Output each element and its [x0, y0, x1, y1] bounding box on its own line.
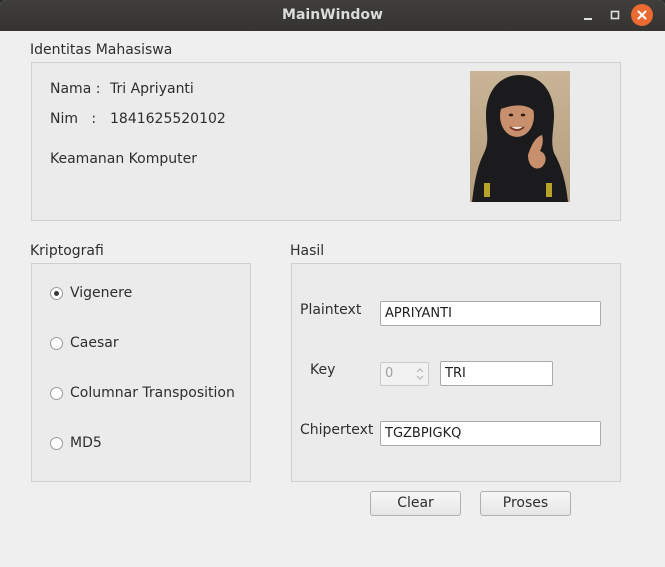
crypto-heading: Kriptografi [30, 243, 104, 259]
plaintext-label: Plaintext [300, 302, 362, 318]
name-label: Nama : [50, 81, 101, 97]
maximize-icon[interactable] [604, 4, 626, 26]
key-number: 0 [385, 366, 394, 381]
key-spinbox[interactable]: 0 [380, 362, 429, 386]
radio-label: Vigenere [70, 285, 133, 301]
key-input[interactable] [440, 361, 553, 386]
radio-md5[interactable]: MD5 [50, 435, 102, 451]
window-title: MainWindow [282, 7, 383, 23]
radio-label: MD5 [70, 435, 102, 451]
clear-button[interactable]: Clear [370, 491, 461, 516]
proses-button[interactable]: Proses [480, 491, 571, 516]
result-heading: Hasil [290, 243, 325, 259]
radio-label: Caesar [70, 335, 119, 351]
title-bar[interactable]: MainWindow [0, 0, 665, 31]
chipertext-label: Chipertext [300, 422, 374, 438]
main-window: MainWindow Identitas Mahasiswa Nama : Tr… [0, 0, 665, 567]
radio-dot[interactable] [50, 386, 63, 400]
plaintext-input[interactable] [380, 301, 601, 326]
identity-heading: Identitas Mahasiswa [30, 42, 173, 58]
radio-dot-selected[interactable] [50, 286, 63, 300]
radio-label: Columnar Transposition [70, 385, 235, 401]
radio-caesar[interactable]: Caesar [50, 335, 119, 351]
major-label: Keamanan Komputer [50, 151, 197, 167]
radio-dot[interactable] [50, 436, 63, 450]
radio-columnar-transposition[interactable]: Columnar Transposition [50, 385, 235, 401]
close-icon[interactable] [631, 4, 653, 26]
minimize-icon[interactable] [577, 4, 599, 26]
spin-arrows-icon[interactable] [413, 364, 427, 384]
name-value: Tri Apriyanti [110, 81, 194, 97]
radio-dot[interactable] [50, 336, 63, 350]
student-photo [470, 71, 570, 202]
radio-vigenere[interactable]: Vigenere [50, 285, 132, 301]
chipertext-input[interactable] [380, 421, 601, 446]
nim-label: Nim : [50, 111, 97, 127]
nim-value: 1841625520102 [110, 111, 226, 127]
key-label: Key [310, 362, 336, 378]
